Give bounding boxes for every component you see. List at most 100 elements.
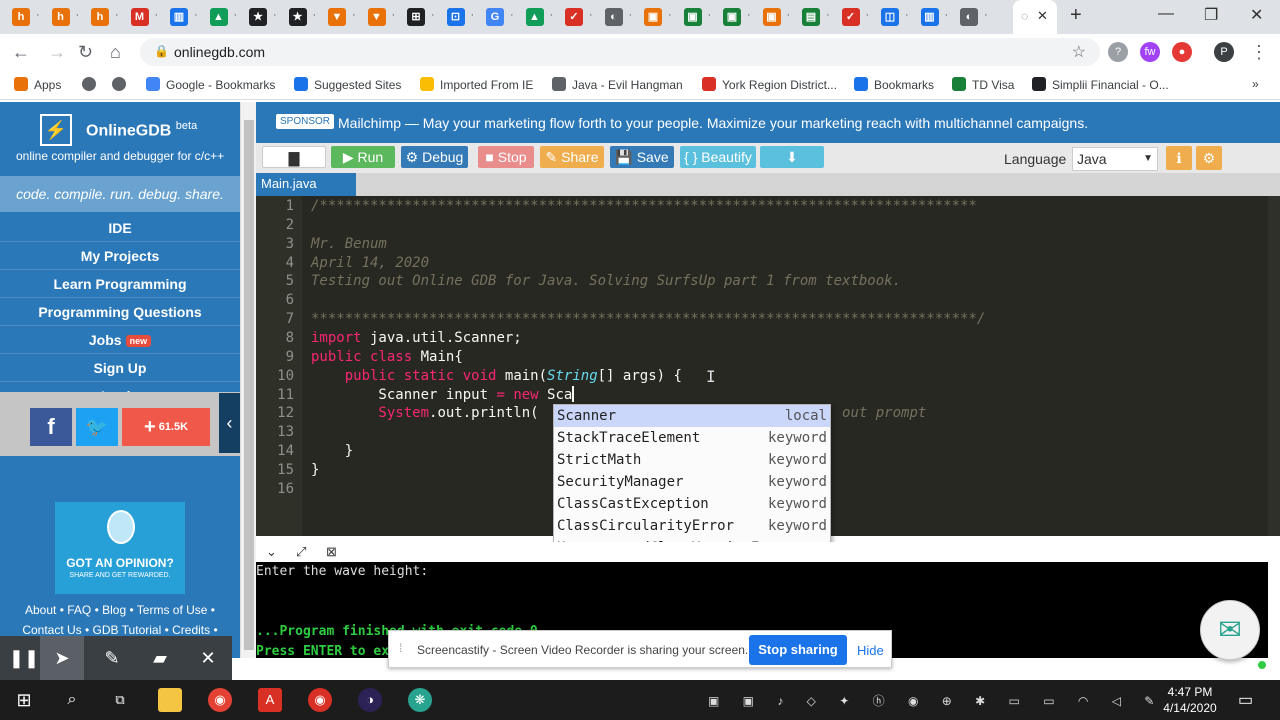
code-line[interactable]: /***************************************…	[311, 197, 977, 216]
extension-icon[interactable]: ?	[1108, 42, 1128, 62]
chrome-icon[interactable]: ◉	[208, 688, 232, 712]
browser-tab-icon[interactable]: ▣	[644, 8, 662, 26]
sponsor-message[interactable]: Mailchimp — May your marketing flow fort…	[338, 115, 1088, 131]
footer-line-1[interactable]: About • FAQ • Blog • Terms of Use •	[0, 600, 240, 620]
forward-icon[interactable]: →	[48, 42, 66, 63]
browser-tab-icon[interactable]: ◐	[604, 8, 623, 26]
browser-tab-icon[interactable]: ▣	[762, 8, 781, 26]
bookmark-item[interactable]: Java - Evil Hangman	[552, 77, 683, 92]
browser-tab-icon[interactable]: ▲	[209, 8, 228, 26]
browser-tab-icon[interactable]: ▼	[328, 8, 346, 26]
code-line[interactable]: Scanner input = new Sca	[311, 385, 575, 405]
code-line[interactable]: }	[311, 461, 319, 480]
reload-icon[interactable]: ↻	[78, 42, 93, 63]
pointer-icon[interactable]: ➤	[40, 636, 84, 680]
sidebar-scrollbar[interactable]	[240, 102, 256, 658]
stop-button[interactable]: ■ Stop	[478, 146, 534, 168]
bookmark-item[interactable]	[82, 77, 102, 92]
browser-tab-icon[interactable]: ▤	[802, 8, 820, 26]
active-browser-tab[interactable]: ◌ ✕	[1013, 0, 1057, 34]
code-line[interactable]: ****************************************…	[311, 310, 985, 329]
browser-tab-icon[interactable]: h	[12, 8, 30, 26]
sidebar-item-sign-up[interactable]: Sign Up	[0, 354, 240, 382]
code-line[interactable]: }	[311, 442, 353, 461]
brand-name[interactable]: OnlineGDB beta	[86, 120, 197, 140]
menu-icon[interactable]: ⋮	[1250, 42, 1268, 63]
code-line[interactable]: import java.util.Scanner;	[311, 329, 522, 348]
browser-tab-icon[interactable]: ✓	[841, 8, 860, 26]
minimize-icon[interactable]: —	[1158, 5, 1174, 23]
bookmark-item[interactable]: Google - Bookmarks	[146, 77, 275, 92]
autocomplete-item[interactable]: ClassCastException keyword	[554, 493, 830, 515]
tab-close-icon[interactable]: ✕	[1037, 8, 1048, 24]
twitter-share-button[interactable]: 🐦	[76, 408, 118, 446]
app-icon[interactable]: ❋	[408, 688, 432, 712]
facebook-share-button[interactable]: f	[30, 408, 72, 446]
browser-tab-icon[interactable]: h	[91, 8, 109, 26]
search-icon[interactable]: ⌕	[60, 688, 84, 712]
highlighter-icon[interactable]: ▰	[136, 636, 184, 680]
sidebar-item-my-projects[interactable]: My Projects	[0, 242, 240, 270]
url-text[interactable]: onlinegdb.com	[174, 44, 265, 60]
sidebar-collapse-button[interactable]: ‹	[219, 393, 240, 453]
home-icon[interactable]: ⌂	[110, 42, 121, 63]
tray-icons[interactable]: ▣ ▣ ♪ ◇ ✦ ⓗ ◉ ⊕ ✱ ▭ ▭ ◠ ◁ ✎	[708, 692, 1164, 709]
new-tab-button[interactable]: +	[1070, 4, 1082, 27]
hide-button[interactable]: Hide	[857, 643, 884, 658]
browser-tab-icon[interactable]: ▲	[525, 8, 544, 26]
run-button[interactable]: ▶ Run	[331, 146, 395, 168]
code-line[interactable]: public class Main{	[311, 348, 463, 367]
clear-output-icon[interactable]: ⊠	[326, 544, 337, 560]
bookmark-item[interactable]	[112, 77, 132, 92]
omnibox[interactable]: 🔒 onlinegdb.com ☆	[140, 38, 1100, 66]
code-line[interactable]: Testing out Online GDB for Java. Solving…	[311, 272, 901, 291]
sidebar-item-learn-programming[interactable]: Learn Programming	[0, 270, 240, 298]
eclipse-icon[interactable]: ◑	[358, 688, 382, 712]
chrome-active-icon[interactable]: ◉	[308, 688, 332, 712]
browser-tab-icon[interactable]: ★	[249, 8, 267, 26]
bookmark-item[interactable]: Apps	[14, 77, 61, 92]
bookmark-item[interactable]: Bookmarks	[854, 77, 934, 92]
drag-handle-icon[interactable]: ⁞	[399, 641, 402, 655]
expand-output-icon[interactable]: ⤢	[296, 544, 306, 560]
browser-tab-icon[interactable]: ★	[288, 8, 307, 26]
info-icon[interactable]: ℹ	[1166, 146, 1192, 170]
sidebar-item-programming-questions[interactable]: Programming Questions	[0, 298, 240, 326]
logo-icon[interactable]: ⚡	[40, 114, 72, 146]
debug-button[interactable]: ⚙ Debug	[401, 146, 468, 168]
sponsor-banner[interactable]: SPONSOR Mailchimp — May your marketing f…	[256, 102, 1280, 143]
sidebar-item-ide[interactable]: IDE	[0, 214, 240, 242]
more-share-button[interactable]: + 61.5K	[122, 408, 210, 446]
bookmark-item[interactable]: York Region District...	[702, 77, 837, 92]
bookmark-item[interactable]: Suggested Sites	[294, 77, 401, 92]
autocomplete-item[interactable]: ClassCircularityError keyword	[554, 515, 830, 537]
notification-icon[interactable]: ▭	[1238, 690, 1253, 710]
bookmark-item[interactable]: TD Visa	[952, 77, 1014, 92]
sidebar-item-jobs[interactable]: Jobs new	[0, 326, 240, 354]
file-tab-main[interactable]: Main.java	[256, 173, 356, 196]
browser-tab-icon[interactable]: M	[130, 8, 149, 26]
restore-icon[interactable]: ❐	[1204, 5, 1218, 25]
file-explorer-icon[interactable]	[158, 688, 182, 712]
browser-tab-icon[interactable]: ⊞	[407, 8, 425, 26]
share-button[interactable]: ✎ Share	[540, 146, 604, 168]
back-icon[interactable]: ←	[12, 42, 30, 63]
close-window-icon[interactable]: ✕	[1250, 5, 1263, 25]
autocomplete-item[interactable]: Scanner local	[554, 405, 830, 427]
bookmark-star-icon[interactable]: ☆	[1072, 42, 1086, 62]
mail-icon[interactable]: ✉	[1200, 600, 1260, 660]
bookmark-item[interactable]: Imported From IE	[420, 77, 533, 92]
gear-icon[interactable]: ⚙	[1196, 146, 1222, 170]
browser-tab-icon[interactable]: ◫	[881, 8, 899, 26]
windows-start-icon[interactable]: ⊞	[12, 688, 36, 712]
pen-icon[interactable]: ✎	[88, 636, 136, 680]
screencastify-icon[interactable]: ●	[1172, 42, 1192, 62]
bookmark-item[interactable]: Simplii Financial - O...	[1032, 77, 1169, 92]
editor-scrollbar[interactable]	[1268, 196, 1280, 536]
profile-avatar[interactable]: P	[1214, 42, 1234, 62]
clock[interactable]: 4:47 PM 4/14/2020	[1150, 684, 1230, 716]
scrollbar-thumb[interactable]	[244, 120, 254, 650]
code-line[interactable]: April 14, 2020	[311, 254, 429, 273]
browser-tab-icon[interactable]: ▥	[920, 8, 939, 26]
browser-tab-icon[interactable]: h	[51, 8, 70, 26]
